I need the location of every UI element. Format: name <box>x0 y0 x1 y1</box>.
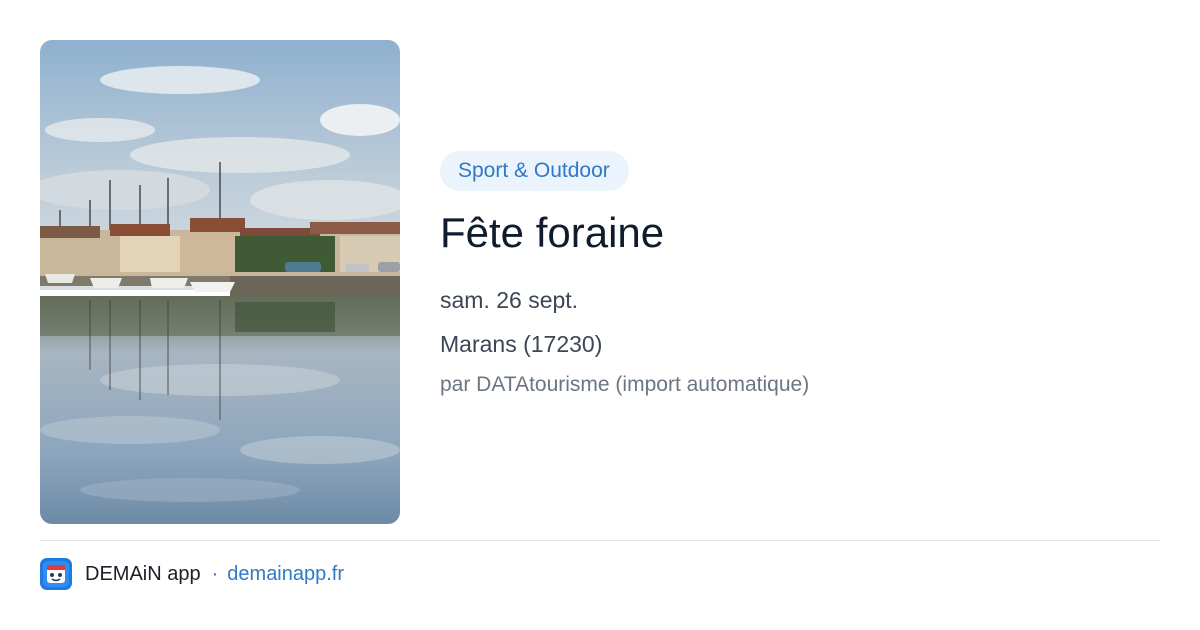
app-name: DEMAiN app <box>85 562 201 585</box>
event-preview-card[interactable]: Sport & Outdoor Fête foraine sam. 26 sep… <box>0 0 1200 630</box>
app-logo-icon <box>40 558 72 590</box>
event-location: Marans (17230) <box>440 331 603 357</box>
event-source: par DATAtourisme (import automatique) <box>440 373 810 396</box>
footer: DEMAiN app · demainapp.fr <box>40 558 344 590</box>
footer-divider <box>40 540 1160 541</box>
event-title: Fête foraine <box>440 209 665 256</box>
footer-separator: · <box>211 562 219 585</box>
event-date: sam. 26 sept. <box>440 287 579 313</box>
app-domain-link[interactable]: demainapp.fr <box>227 563 344 586</box>
event-photo <box>40 40 400 524</box>
category-badge[interactable]: Sport & Outdoor <box>440 151 629 191</box>
event-info: Sport & Outdoor Fête foraine sam. 26 sep… <box>440 151 1160 399</box>
